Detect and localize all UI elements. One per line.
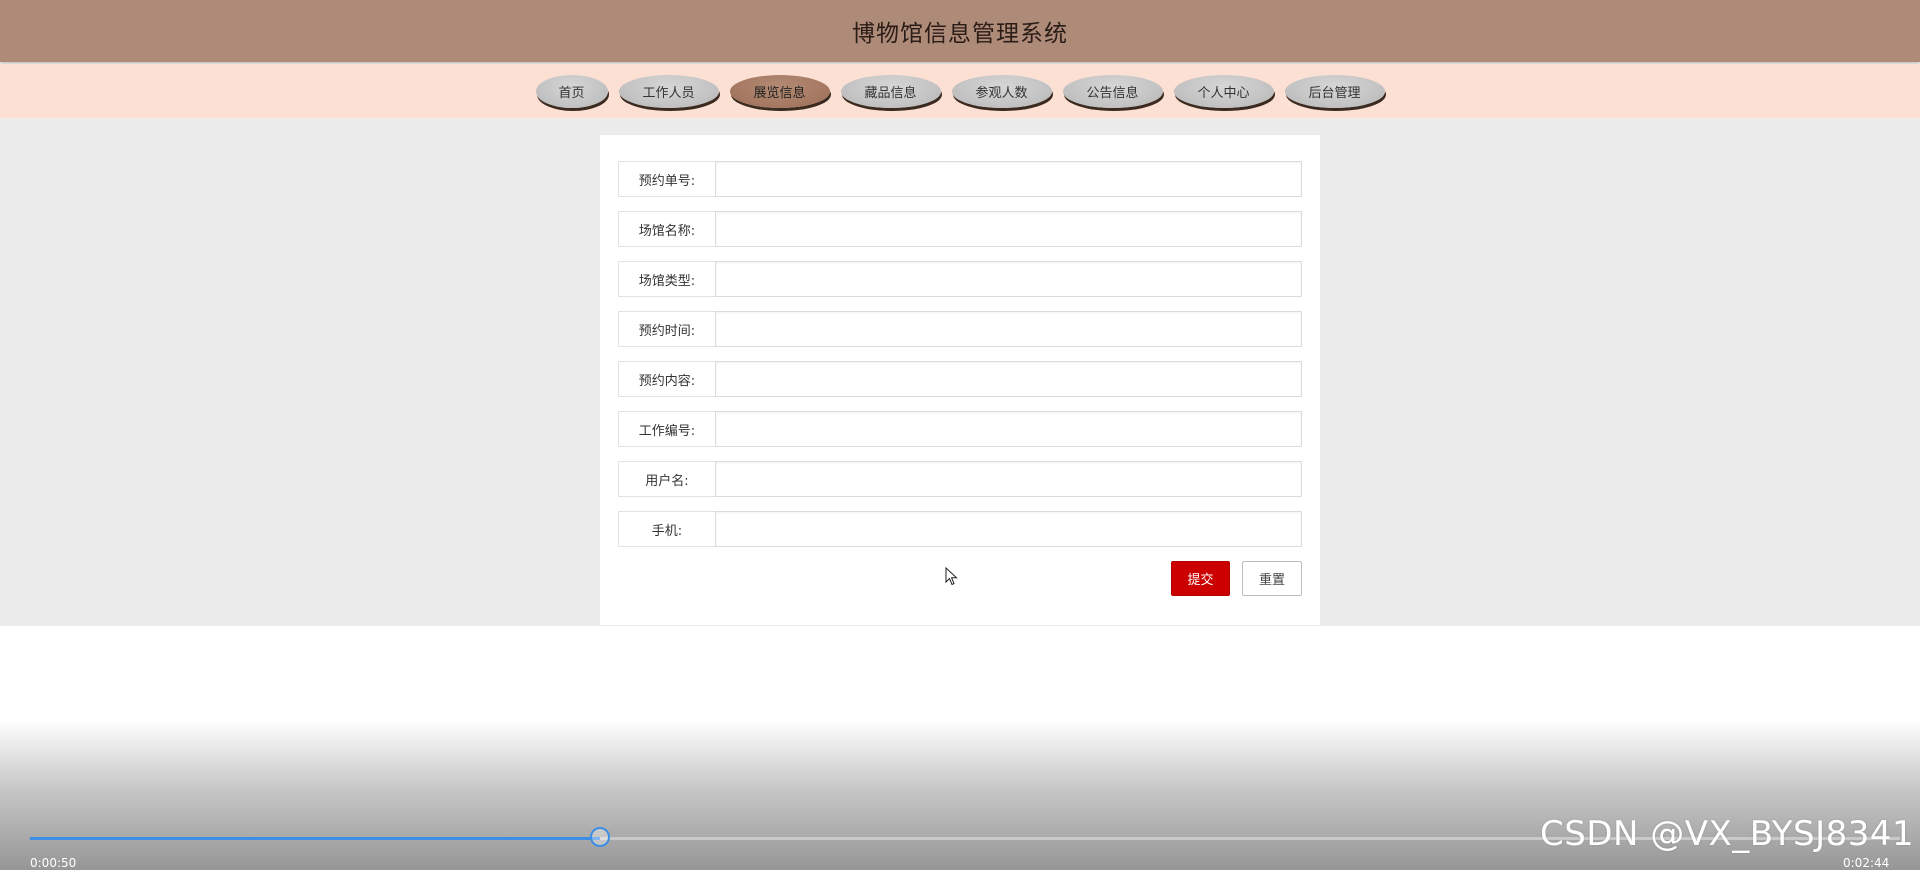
venue-type-label: 场馆类型: [618,261,715,297]
form-row-venue-type: 场馆类型: [618,261,1302,297]
booking-number-input[interactable] [715,161,1302,197]
nav-item-announcements[interactable]: 公告信息 [1062,74,1163,108]
video-progress-fill [30,837,601,840]
booking-form: 预约单号: 场馆名称: 场馆类型: 预约时间: 预约内容: 工作编号: 用户名:… [600,135,1320,625]
phone-label: 手机: [618,511,715,547]
form-row-venue-name: 场馆名称: [618,211,1302,247]
venue-name-label: 场馆名称: [618,211,715,247]
booking-time-label: 预约时间: [618,311,715,347]
watermark-text: CSDN @VX_BYSJ8341 [1540,814,1915,854]
booking-content-input[interactable] [715,361,1302,397]
venue-name-input[interactable] [715,211,1302,247]
phone-input[interactable] [715,511,1302,547]
staff-number-label: 工作编号: [618,411,715,447]
total-time: 0:02:44 [1843,856,1890,870]
nav-item-profile[interactable]: 个人中心 [1173,74,1274,108]
page-title: 博物馆信息管理系统 [852,21,1068,47]
form-row-booking-time: 预约时间: [618,311,1302,347]
nav-item-collections[interactable]: 藏品信息 [840,74,941,108]
reset-button[interactable]: 重置 [1242,561,1302,596]
staff-number-input[interactable] [715,411,1302,447]
nav-item-staff[interactable]: 工作人员 [618,74,719,108]
venue-type-input[interactable] [715,261,1302,297]
booking-time-input[interactable] [715,311,1302,347]
nav-item-exhibitions[interactable]: 展览信息 [729,74,830,108]
form-row-username: 用户名: [618,461,1302,497]
username-label: 用户名: [618,461,715,497]
nav-item-admin[interactable]: 后台管理 [1284,74,1385,108]
form-row-booking-content: 预约内容: [618,361,1302,397]
form-row-booking-number: 预约单号: [618,161,1302,197]
app-header: 博物馆信息管理系统 [0,0,1920,62]
submit-button[interactable]: 提交 [1171,561,1230,596]
username-input[interactable] [715,461,1302,497]
mouse-cursor-icon [945,567,958,586]
booking-number-label: 预约单号: [618,161,715,197]
nav-item-home[interactable]: 首页 [535,74,608,108]
form-row-phone: 手机: [618,511,1302,547]
nav-item-visitor-count[interactable]: 参观人数 [951,74,1052,108]
current-time: 0:00:50 [30,856,77,870]
main-nav: 首页 工作人员 展览信息 藏品信息 参观人数 公告信息 个人中心 后台管理 [0,64,1920,118]
booking-content-label: 预约内容: [618,361,715,397]
form-row-staff-number: 工作编号: [618,411,1302,447]
